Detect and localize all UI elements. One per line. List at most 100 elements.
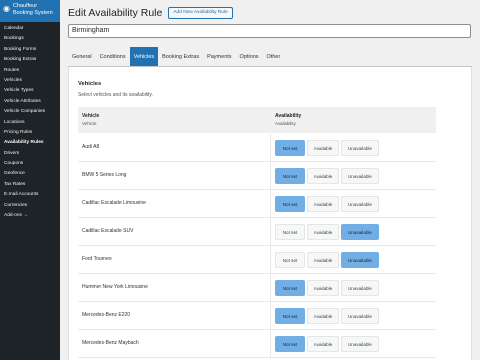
sidebar-item-coupons[interactable]: Coupons: [0, 159, 60, 169]
table-header: Vehicle Vehicle. Availability Availabili…: [78, 107, 436, 133]
table-row: Cadillac Escalade SUV Not set Available Una…: [78, 218, 436, 246]
not-set-button[interactable]: Not set: [275, 196, 305, 212]
admin-sidebar: ◉ Chauffeur Booking System Calendar Booki…: [0, 0, 60, 360]
tab-payments[interactable]: Payments: [203, 47, 235, 66]
column-divider: [270, 330, 271, 357]
table-row: Cadillac Escalade Limousine Not set Availa…: [78, 190, 436, 218]
not-set-button[interactable]: Not set: [275, 168, 305, 184]
vehicle-name: Ford Tourneo: [82, 256, 112, 262]
available-button[interactable]: Available: [307, 196, 339, 212]
column-divider: [270, 246, 271, 273]
sidebar-item-currencies[interactable]: Currencies: [0, 201, 60, 211]
column-header-availability: Availability: [275, 113, 302, 119]
section-description: Select vehicles and its availability.: [78, 92, 153, 98]
available-button[interactable]: Available: [307, 140, 339, 156]
tab-panel-vehicles: Vehicles Select vehicles and its availab…: [68, 67, 472, 360]
table-row: Mercedes-Benz E220 Not set Available Unavai…: [78, 302, 436, 330]
vehicle-name: Cadillac Escalade Limousine: [82, 200, 146, 206]
availability-button-group: Not set Available Unavailable: [275, 224, 379, 240]
column-divider: [270, 190, 271, 217]
sidebar-item-vehicles[interactable]: Vehicles: [0, 76, 60, 86]
available-button[interactable]: Available: [307, 224, 339, 240]
unavailable-button[interactable]: Unavailable: [341, 196, 379, 212]
sidebar-item-e-mail-accounts[interactable]: E-mail Accounts: [0, 190, 60, 200]
availability-button-group: Not set Available Unavailable: [275, 280, 379, 296]
availability-button-group: Not set Available Unavailable: [275, 196, 379, 212]
column-divider: [270, 134, 271, 161]
sidebar-item-drivers[interactable]: Drivers: [0, 149, 60, 159]
vehicle-name: Cadillac Escalade SUV: [82, 228, 134, 234]
available-button[interactable]: Available: [307, 252, 339, 268]
sidebar-item-vehicle-companies[interactable]: Vehicle Companies: [0, 107, 60, 117]
column-divider: [270, 162, 271, 189]
column-header-vehicle: Vehicle: [82, 113, 100, 119]
table-row: Hummer New York Limousine Not set Availabl…: [78, 274, 436, 302]
tab-booking-extras[interactable]: Booking Extras: [158, 47, 203, 66]
sidebar-item-pricing-rules[interactable]: Pricing Rules: [0, 128, 60, 138]
table-row: Audi A8 Not set Available Unavailable: [78, 134, 436, 162]
availability-button-group: Not set Available Unavailable: [275, 140, 379, 156]
sidebar-item-booking-extras[interactable]: Booking Extras: [0, 55, 60, 65]
column-divider: [270, 302, 271, 329]
unavailable-button[interactable]: Unavailable: [341, 168, 379, 184]
availability-button-group: Not set Available Unavailable: [275, 336, 379, 352]
sidebar-item-calendar[interactable]: Calendar: [0, 24, 60, 34]
rule-title-input[interactable]: Birmingham: [68, 24, 471, 38]
table-row: BMW 5 Series Long Not set Available Unavail…: [78, 162, 436, 190]
tab-conditions[interactable]: Conditions: [96, 47, 130, 66]
not-set-button[interactable]: Not set: [275, 308, 305, 324]
column-divider: [270, 218, 271, 245]
submenu-list: Calendar Bookings Booking Forms Booking Ext…: [0, 22, 60, 221]
column-subheader-vehicle: Vehicle.: [82, 121, 98, 126]
availability-button-group: Not set Available Unavailable: [275, 308, 379, 324]
sidebar-item-add-ons[interactable]: Add-ons →: [0, 211, 60, 221]
plugin-menu-header[interactable]: ◉ Chauffeur Booking System: [0, 0, 60, 22]
unavailable-button[interactable]: Unavailable: [341, 224, 379, 240]
available-button[interactable]: Available: [307, 280, 339, 296]
available-button[interactable]: Available: [307, 336, 339, 352]
vehicle-name: Mercedes-Benz E220: [82, 312, 131, 318]
car-icon: ◉: [3, 4, 10, 13]
table-row: Mercedes-Benz Maybach Not set Available Una…: [78, 330, 436, 358]
availability-button-group: Not set Available Unavailable: [275, 252, 379, 268]
tab-general[interactable]: General: [68, 47, 96, 66]
sidebar-item-locations[interactable]: Locations: [0, 118, 60, 128]
vehicle-name: Hummer New York Limousine: [82, 284, 148, 290]
add-new-button[interactable]: Add New Availability Rule: [168, 7, 233, 19]
plugin-title: Chauffeur Booking System: [12, 3, 53, 16]
vehicle-table-body: Audi A8 Not set Available Unavailable BMW 5 …: [78, 134, 436, 358]
tab-bar: General Conditions Vehicles Booking Extras P…: [68, 47, 472, 67]
page-title: Edit Availability Rule: [68, 7, 163, 19]
unavailable-button[interactable]: Unavailable: [341, 280, 379, 296]
available-button[interactable]: Available: [307, 308, 339, 324]
sidebar-item-booking-forms[interactable]: Booking Forms: [0, 45, 60, 55]
sidebar-item-vehicle-types[interactable]: Vehicle Types: [0, 86, 60, 96]
unavailable-button[interactable]: Unavailable: [341, 140, 379, 156]
not-set-button[interactable]: Not set: [275, 224, 305, 240]
tab-options[interactable]: Options: [236, 47, 263, 66]
sidebar-item-tax-rates[interactable]: Tax Rates: [0, 180, 60, 190]
sidebar-item-availability-rules[interactable]: Availability Rules: [0, 138, 60, 148]
unavailable-button[interactable]: Unavailable: [341, 252, 379, 268]
unavailable-button[interactable]: Unavailable: [341, 336, 379, 352]
vehicle-name: BMW 5 Series Long: [82, 172, 127, 178]
not-set-button[interactable]: Not set: [275, 140, 305, 156]
not-set-button[interactable]: Not set: [275, 280, 305, 296]
availability-button-group: Not set Available Unavailable: [275, 168, 379, 184]
sidebar-item-vehicle-attributes[interactable]: Vehicle Attributes: [0, 97, 60, 107]
table-row: Ford Tourneo Not set Available Unavailable: [78, 246, 436, 274]
available-button[interactable]: Available: [307, 168, 339, 184]
heading-row: Edit Availability Rule Add New Availabil…: [68, 7, 233, 19]
column-subheader-availability: Availability.: [275, 121, 297, 126]
vehicle-name: Mercedes-Benz Maybach: [82, 340, 139, 346]
sidebar-item-geofence[interactable]: Geofence: [0, 169, 60, 179]
sidebar-item-bookings[interactable]: Bookings: [0, 34, 60, 44]
tab-vehicles[interactable]: Vehicles: [129, 47, 159, 66]
tab-other[interactable]: Other: [263, 47, 285, 66]
column-divider: [270, 274, 271, 301]
not-set-button[interactable]: Not set: [275, 252, 305, 268]
section-title: Vehicles: [78, 81, 102, 87]
not-set-button[interactable]: Not set: [275, 336, 305, 352]
sidebar-item-routes[interactable]: Routes: [0, 66, 60, 76]
unavailable-button[interactable]: Unavailable: [341, 308, 379, 324]
